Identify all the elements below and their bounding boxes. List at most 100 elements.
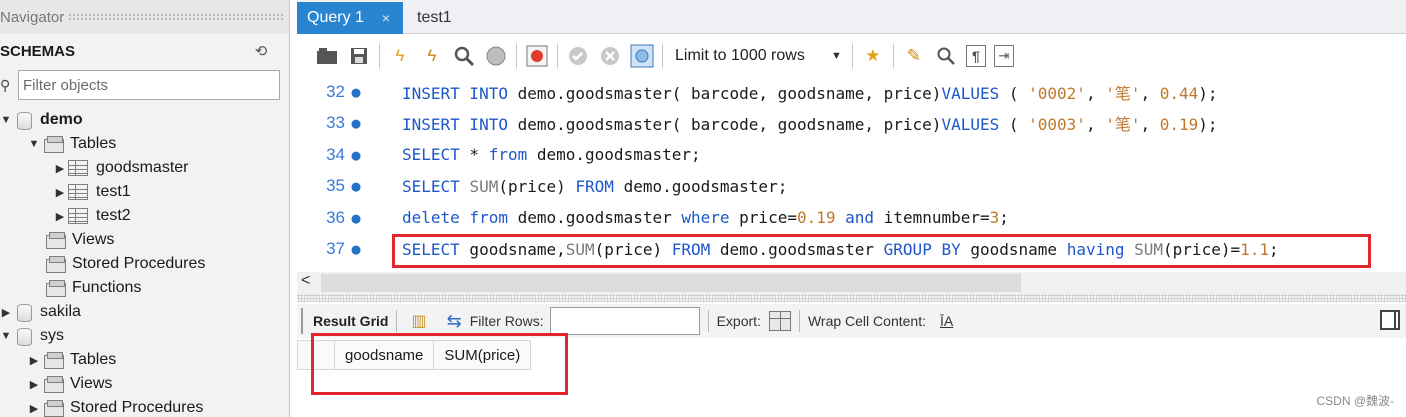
tree-folder-views[interactable]: Views xyxy=(44,228,114,252)
tree-schema-demo[interactable]: ▼ demo xyxy=(0,108,83,132)
tree-item-label: sakila xyxy=(40,303,81,320)
tree-item-label: Stored Procedures xyxy=(72,255,206,272)
tab-query-1[interactable]: Query 1 × xyxy=(297,2,403,34)
tree-folder-sys-tables[interactable]: ▶ Tables xyxy=(28,348,116,372)
expand-arrow-icon[interactable]: ▶ xyxy=(54,186,66,199)
code-token: 0.44 xyxy=(1159,83,1199,103)
code-token: where xyxy=(681,208,730,227)
tree-table-test1[interactable]: ▶ test1 xyxy=(54,180,131,204)
toolbar-separator xyxy=(798,310,800,332)
refresh-schemas-icon[interactable]: ⟲ xyxy=(252,42,270,60)
toggle-error-icon[interactable] xyxy=(525,44,549,68)
code-line[interactable]: 36 ● delete from demo.goodsmaster where pr… xyxy=(297,202,1406,233)
table-icon xyxy=(68,184,88,200)
close-icon[interactable]: × xyxy=(382,10,390,26)
line-number: 32 xyxy=(326,81,345,101)
folder-icon xyxy=(44,256,66,273)
filter-rows-input[interactable] xyxy=(549,307,700,335)
expand-arrow-icon[interactable]: ▶ xyxy=(28,354,40,367)
tree-table-goodsmaster[interactable]: ▶ goodsmaster xyxy=(54,156,189,180)
export-grid-icon[interactable] xyxy=(768,311,791,331)
refresh-rows-icon[interactable]: ⇆ xyxy=(447,311,462,332)
navigator-grip[interactable] xyxy=(68,13,284,21)
tree-table-test2[interactable]: ▶ test2 xyxy=(54,204,131,228)
expand-arrow-icon[interactable]: ▼ xyxy=(28,138,40,150)
tree-folder-tables[interactable]: ▼ Tables xyxy=(28,132,116,156)
panel-splitter[interactable] xyxy=(297,294,1406,302)
rollback-icon[interactable] xyxy=(598,44,622,68)
expand-arrow-icon[interactable]: ▶ xyxy=(28,402,40,415)
code-token: price= xyxy=(729,208,797,227)
editor-tab-bar: Query 1 × test1 xyxy=(297,0,1406,34)
wrap-lines-icon[interactable]: ⇥ xyxy=(993,45,1014,67)
save-icon[interactable] xyxy=(347,44,371,68)
find-magnifier-icon[interactable] xyxy=(934,44,958,68)
tree-item-label: goodsmaster xyxy=(96,159,189,176)
code-token: demo.goodsmaster( barcode, goodsname, pr… xyxy=(517,83,942,103)
execute-current-statement-icon[interactable]: ϟ xyxy=(420,44,444,68)
filter-objects-input[interactable] xyxy=(18,70,280,100)
chevron-down-icon[interactable]: ▼ xyxy=(831,50,842,62)
sql-editor-toolbar: ϟ ϟ Limit to 1000 rows ▼ ★ ✎ ¶ ⇥ xyxy=(297,36,1406,76)
code-token: demo.goodsmaster; xyxy=(613,176,788,196)
limit-rows-select[interactable]: Limit to 1000 rows xyxy=(675,47,831,65)
autocommit-toggle-icon[interactable] xyxy=(630,44,654,68)
tree-folder-functions[interactable]: Functions xyxy=(44,276,141,300)
toolbar-separator xyxy=(851,44,853,68)
scrollbar-thumb[interactable] xyxy=(321,274,1021,292)
tree-schema-sakila[interactable]: ▶ sakila xyxy=(0,300,81,324)
code-token: ); xyxy=(1198,83,1218,103)
code-token: '笔' xyxy=(1105,83,1141,103)
commit-icon[interactable] xyxy=(566,44,590,68)
code-token: INSERT INTO xyxy=(402,115,518,134)
table-icon xyxy=(68,208,88,224)
open-folder-icon[interactable] xyxy=(315,44,339,68)
invisible-chars-pilcrow-icon[interactable]: ¶ xyxy=(965,45,986,67)
beautify-brush-icon[interactable]: ✎ xyxy=(902,44,926,68)
tree-folder-sys-stored-procedures[interactable]: ▶ Stored Procedures xyxy=(28,396,203,417)
expand-arrow-icon[interactable]: ▼ xyxy=(0,114,12,126)
tab-label: Query 1 xyxy=(307,9,364,26)
code-line[interactable]: 35 ● SELECT SUM(price) FROM demo.goodsmast… xyxy=(297,171,1406,202)
database-icon xyxy=(14,111,34,130)
result-grid-tab[interactable]: Result Grid xyxy=(313,313,388,329)
add-snippet-star-icon[interactable]: ★ xyxy=(861,44,885,68)
stop-icon[interactable] xyxy=(484,44,508,68)
tree-folder-sys-views[interactable]: ▶ Views xyxy=(28,372,112,396)
code-token: INSERT INTO xyxy=(402,83,518,103)
code-token: demo.goodsmaster; xyxy=(527,145,701,164)
code-line[interactable]: 33 ● INSERT INTO demo.goodsmaster( barcode… xyxy=(297,108,1406,139)
folder-icon xyxy=(44,280,66,297)
code-token: from xyxy=(488,145,528,164)
expand-arrow-icon[interactable]: ▼ xyxy=(0,330,12,342)
filter-rows-label: Filter Rows: xyxy=(469,313,544,329)
tree-folder-stored-procedures[interactable]: Stored Procedures xyxy=(44,252,205,276)
tree-schema-sys[interactable]: ▼ sys xyxy=(0,324,64,348)
code-token: demo.goodsmaster xyxy=(507,208,682,227)
execute-lightning-icon[interactable]: ϟ xyxy=(388,44,412,68)
code-text: SELECT * from demo.goodsmaster; xyxy=(402,145,701,164)
code-line[interactable]: 34 ● SELECT * from demo.goodsmaster; xyxy=(297,139,1406,170)
toggle-side-panel-icon[interactable] xyxy=(1380,310,1400,330)
code-line[interactable]: 32 ● INSERT INTO demo.goodsmaster( barcode… xyxy=(297,76,1406,107)
highlight-box-query xyxy=(392,234,1371,268)
form-view-grid-icon[interactable]: ▥ xyxy=(411,311,426,331)
line-number: 34 xyxy=(326,144,345,164)
filter-objects: ⚲ xyxy=(0,70,280,100)
statement-marker-icon: ● xyxy=(351,177,361,195)
tab-test1[interactable]: test1 xyxy=(417,2,452,34)
tree-item-label: sys xyxy=(40,327,64,344)
code-token: delete from xyxy=(402,208,508,227)
expand-arrow-icon[interactable]: ▶ xyxy=(54,162,66,175)
expand-arrow-icon[interactable]: ▶ xyxy=(54,210,66,223)
expand-arrow-icon[interactable]: ▶ xyxy=(0,306,12,319)
statement-marker-icon: ● xyxy=(351,114,361,132)
scroll-left-arrow-icon[interactable]: < xyxy=(301,272,310,290)
code-token: VALUES xyxy=(941,83,1000,103)
tree-item-label: Tables xyxy=(70,351,117,368)
explain-magnifier-icon[interactable] xyxy=(452,44,476,68)
horizontal-scrollbar[interactable]: < xyxy=(297,272,1406,294)
wrap-cell-icon[interactable]: ĪA xyxy=(940,313,953,329)
tree-item-label: Stored Procedures xyxy=(70,399,204,416)
expand-arrow-icon[interactable]: ▶ xyxy=(28,378,40,391)
